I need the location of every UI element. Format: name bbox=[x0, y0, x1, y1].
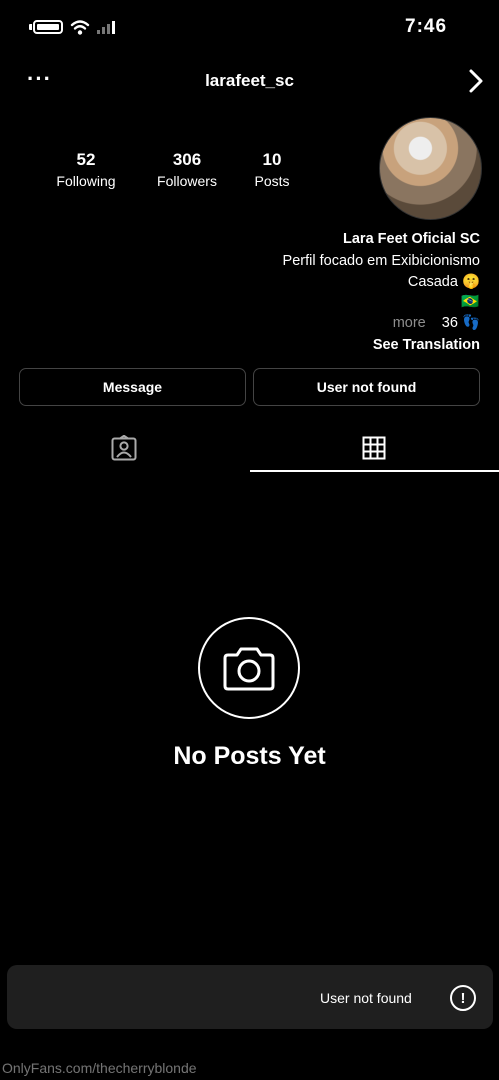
status-time: 7:46 bbox=[405, 16, 448, 37]
bio-line: Casada 🤫 bbox=[408, 273, 480, 292]
following-count: 52 bbox=[76, 150, 96, 169]
profile-username: larafeet_sc bbox=[205, 71, 294, 90]
watermark: OnlyFans.com/thecherryblonde bbox=[2, 1060, 197, 1076]
profile-avatar[interactable] bbox=[379, 117, 482, 220]
battery-icon bbox=[33, 20, 63, 34]
signal-icon bbox=[97, 20, 115, 34]
bio-more-link[interactable]: more bbox=[393, 315, 426, 331]
stat-posts[interactable]: 10 Posts bbox=[242, 150, 302, 189]
battery-cap bbox=[29, 24, 32, 30]
alert-icon: ! bbox=[450, 985, 476, 1011]
camera-icon bbox=[223, 647, 275, 691]
followers-count: 306 bbox=[172, 150, 202, 169]
followers-label: Followers bbox=[157, 173, 217, 189]
profile-name: Lara Feet Oficial SC bbox=[343, 231, 480, 247]
grid-tab-icon[interactable] bbox=[362, 436, 386, 460]
error-toast bbox=[7, 965, 493, 1029]
active-tab-indicator bbox=[250, 470, 499, 472]
posts-count: 10 bbox=[262, 150, 282, 169]
footprints-emoji: 👣 bbox=[461, 315, 480, 331]
stat-followers[interactable]: 306 Followers bbox=[142, 150, 232, 189]
stat-following[interactable]: 52 Following bbox=[45, 150, 127, 189]
bio-more-row: more 36 👣 bbox=[393, 314, 480, 333]
brazil-flag: 🇧🇷 bbox=[460, 294, 479, 310]
user-not-found-button[interactable]: User not found bbox=[253, 368, 480, 406]
bio-count: 36 bbox=[441, 315, 458, 331]
bio-line: Perfil focado em Exibicionismo bbox=[282, 253, 480, 269]
toast-message: User not found bbox=[320, 990, 412, 1006]
message-button[interactable]: Message bbox=[19, 368, 246, 406]
back-chevron-icon[interactable] bbox=[466, 68, 486, 94]
following-label: Following bbox=[56, 173, 116, 189]
empty-state-title: No Posts Yet bbox=[173, 742, 326, 770]
shushing-emoji: 🤫 bbox=[461, 274, 480, 290]
posts-label: Posts bbox=[254, 173, 290, 189]
bio-text: Casada bbox=[407, 274, 458, 290]
tagged-tab-icon[interactable] bbox=[111, 435, 137, 461]
see-translation-link[interactable]: See Translation bbox=[373, 336, 480, 355]
wifi-icon bbox=[70, 20, 90, 35]
